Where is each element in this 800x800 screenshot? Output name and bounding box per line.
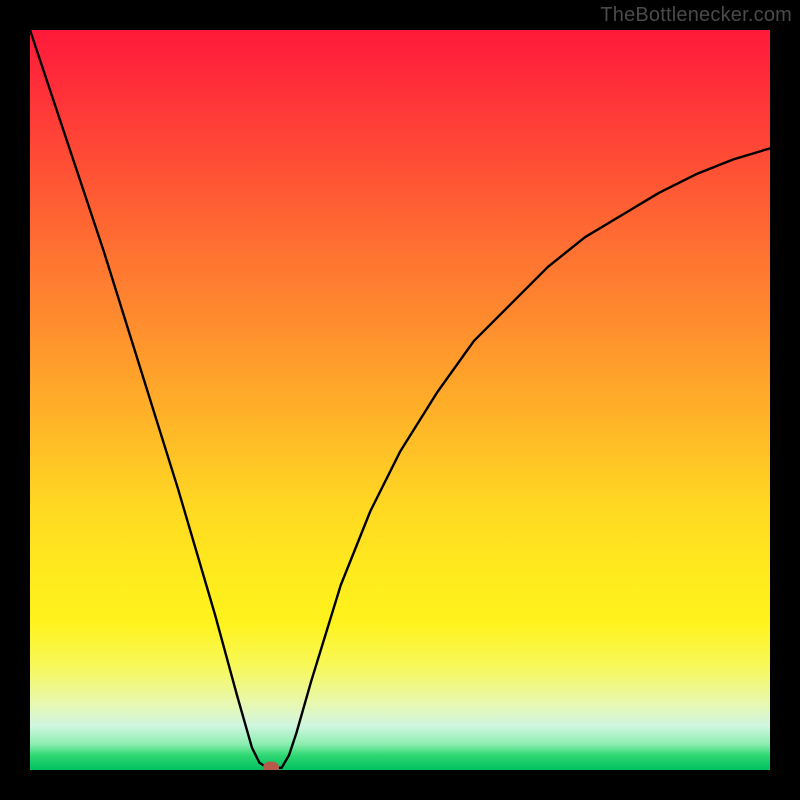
optimum-marker bbox=[263, 761, 279, 770]
bottleneck-curve bbox=[30, 30, 770, 768]
chart-frame: TheBottlenecker.com bbox=[0, 0, 800, 800]
curve-layer bbox=[30, 30, 770, 770]
watermark-text: TheBottlenecker.com bbox=[600, 4, 792, 27]
plot-area bbox=[30, 30, 770, 770]
